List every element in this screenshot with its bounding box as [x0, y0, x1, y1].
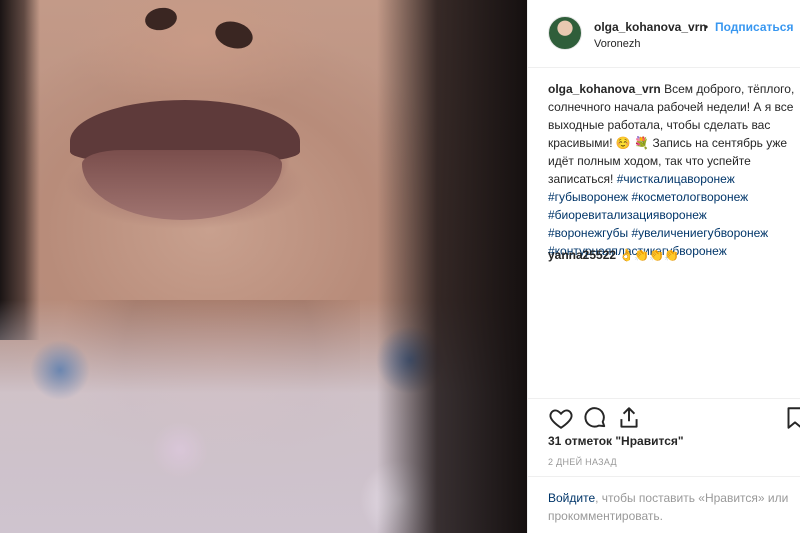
post-username[interactable]: olga_kohanova_vrn: [594, 20, 707, 34]
post-sidebar: olga_kohanova_vrn • Подписаться Voronezh…: [527, 0, 800, 533]
comment-username[interactable]: yanna25522: [548, 248, 616, 262]
hashtag-link[interactable]: #косметологворонеж: [631, 190, 748, 204]
comment-item: yanna25522 👌👏👏👏: [548, 246, 679, 264]
photo-nostril-left: [143, 5, 179, 33]
photo-hair-right: [377, 0, 527, 533]
comment-icon[interactable]: [582, 405, 608, 431]
login-prompt-text: Войдите, чтобы поставить «Нравится» или …: [548, 489, 798, 525]
post-header: olga_kohanova_vrn • Подписаться Voronezh: [528, 0, 800, 68]
share-icon[interactable]: [616, 405, 642, 431]
comment-text: 👌👏👏👏: [619, 248, 680, 262]
hashtag-link[interactable]: #губыворонеж: [548, 190, 628, 204]
follow-button[interactable]: Подписаться: [715, 20, 793, 34]
hashtag-link[interactable]: #увеличениегубворонеж: [631, 226, 768, 240]
post-location[interactable]: Voronezh: [594, 38, 640, 50]
login-prompt: Войдите, чтобы поставить «Нравится» или …: [528, 476, 800, 533]
caption-username[interactable]: olga_kohanova_vrn: [548, 82, 661, 96]
bookmark-icon[interactable]: [782, 405, 800, 431]
post-actions: [528, 398, 800, 435]
heart-icon[interactable]: [548, 405, 574, 431]
avatar[interactable]: [548, 16, 582, 50]
post-photo[interactable]: [0, 0, 527, 533]
separator-dot: •: [704, 20, 709, 34]
login-link[interactable]: Войдите: [548, 491, 595, 505]
hashtag-link[interactable]: #воронежгубы: [548, 226, 628, 240]
photo-nostril-right: [212, 17, 256, 53]
likes-count[interactable]: 31 отметок "Нравится": [548, 434, 684, 448]
photo-lower-lip: [82, 150, 282, 220]
photo-hair-left: [0, 0, 40, 340]
caption-text: Всем доброго, тёплого, солнечного начала…: [548, 82, 795, 186]
hashtag-link[interactable]: #биоревитализацияворонеж: [548, 208, 707, 222]
hashtag-link[interactable]: #чисткалицаворонеж: [617, 172, 735, 186]
post-caption: olga_kohanova_vrn Всем доброго, тёплого,…: [548, 80, 798, 260]
post-timestamp[interactable]: 2 ДНЕЙ НАЗАД: [548, 457, 617, 467]
